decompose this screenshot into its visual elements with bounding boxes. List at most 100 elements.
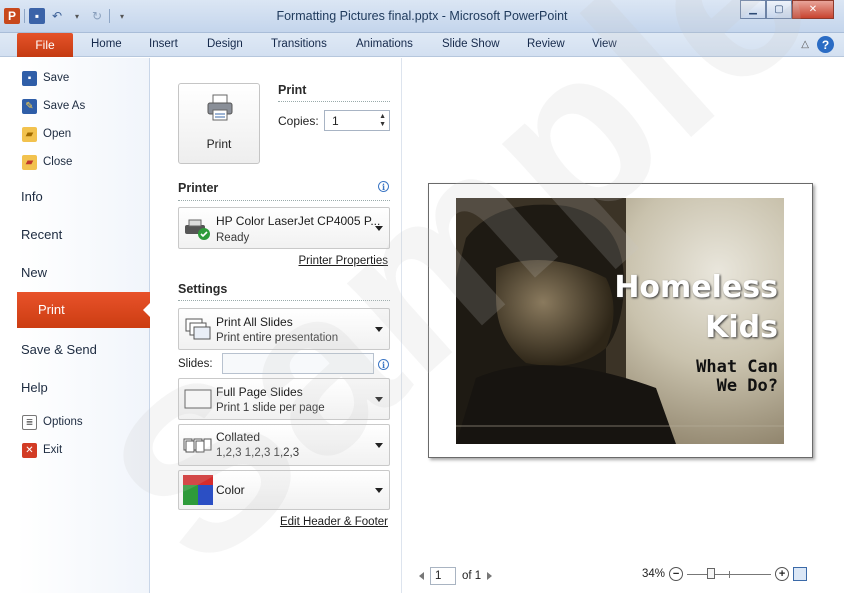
- window-controls: ▁ ▢ ✕: [740, 0, 834, 19]
- copies-stepper[interactable]: 1 ▲ ▼: [324, 110, 390, 131]
- next-page-icon[interactable]: [487, 572, 493, 580]
- window-title: Formatting Pictures final.pptx - Microso…: [276, 9, 568, 23]
- layout-dropdown[interactable]: Full Page Slides Print 1 slide per page: [178, 378, 390, 420]
- minimize-ribbon-icon[interactable]: △: [801, 39, 809, 50]
- chevron-down-icon: [375, 488, 383, 493]
- slides-input[interactable]: [222, 353, 374, 374]
- layout-title: Full Page Slides: [216, 385, 303, 399]
- zoom-control: 34% − +: [642, 567, 808, 581]
- settings-heading: Settings: [178, 282, 228, 296]
- spin-arrows-icon[interactable]: ▲ ▼: [379, 113, 386, 129]
- printer-icon: [207, 94, 233, 121]
- nav-close[interactable]: ▰ Close: [22, 152, 72, 172]
- slides-label: Slides:: [178, 358, 213, 370]
- slider-center-tick: [729, 571, 731, 578]
- nav-save-as-label: Save As: [43, 100, 86, 112]
- folder-open-icon: ▰: [22, 126, 37, 142]
- printer-properties-link[interactable]: Printer Properties: [278, 255, 388, 267]
- save-as-icon: ✎: [22, 98, 37, 114]
- slides-stack-icon: [185, 318, 211, 340]
- nav-options[interactable]: ≣ Options: [22, 412, 83, 432]
- printer-dropdown[interactable]: HP Color LaserJet CP4005 P... Ready: [178, 207, 390, 249]
- slide-subtitle-line-2: We Do?: [716, 376, 778, 396]
- print-button[interactable]: Print: [178, 83, 260, 164]
- info-icon[interactable]: i: [378, 181, 389, 192]
- nav-save-send[interactable]: Save & Send: [21, 342, 97, 357]
- tab-view[interactable]: View: [592, 38, 617, 50]
- layout-subtitle: Print 1 slide per page: [216, 402, 325, 414]
- tab-design[interactable]: Design: [207, 38, 243, 50]
- exit-icon: ✕: [22, 442, 37, 458]
- ribbon-tabs: File Home Insert Design Transitions Anim…: [0, 33, 844, 57]
- title-bar: P ▪ ↶ ▾ ↻ ▾ Formatting Pictures final.pp…: [0, 0, 844, 33]
- page-number-input[interactable]: 1: [430, 567, 456, 585]
- nav-print[interactable]: Print: [17, 292, 150, 328]
- nav-save-as[interactable]: ✎ Save As: [22, 96, 85, 116]
- collated-icon: [183, 438, 212, 453]
- divider: [278, 101, 390, 102]
- nav-exit[interactable]: ✕ Exit: [22, 440, 62, 460]
- zoom-to-page-icon[interactable]: [793, 567, 808, 581]
- zoom-in-icon[interactable]: +: [775, 567, 790, 581]
- copies-label: Copies:: [278, 114, 319, 128]
- tab-review[interactable]: Review: [527, 38, 565, 50]
- help-icon[interactable]: ?: [817, 36, 834, 53]
- chevron-down-icon: [375, 226, 383, 231]
- save-icon: ▪: [22, 70, 37, 86]
- slider-thumb[interactable]: [707, 568, 716, 579]
- slide-subtitle-line-1: What Can: [696, 357, 778, 377]
- nav-recent[interactable]: Recent: [21, 227, 62, 242]
- info-icon[interactable]: i: [378, 359, 389, 370]
- printer-ready-icon: [185, 219, 210, 240]
- nav-exit-label: Exit: [43, 444, 63, 456]
- tab-file[interactable]: File: [17, 33, 73, 57]
- maximize-button[interactable]: ▢: [766, 0, 792, 19]
- nav-new[interactable]: New: [21, 265, 47, 280]
- color-dropdown[interactable]: Color: [178, 470, 390, 510]
- full-page-slide-icon: [184, 389, 212, 409]
- collate-title: Collated: [216, 430, 261, 444]
- color-swatch-icon: [183, 475, 213, 505]
- zoom-out-icon[interactable]: −: [669, 567, 684, 581]
- printer-heading: Printer: [178, 181, 219, 195]
- page-total: of 1: [462, 570, 482, 582]
- print-button-label: Print: [206, 137, 232, 151]
- help-area: △ ?: [801, 36, 834, 53]
- tab-slide-show[interactable]: Slide Show: [442, 38, 500, 50]
- printer-status: Ready: [216, 232, 250, 244]
- tab-insert[interactable]: Insert: [149, 38, 178, 50]
- nav-close-label: Close: [43, 156, 73, 168]
- tab-home[interactable]: Home: [91, 38, 122, 50]
- minimize-button[interactable]: ▁: [740, 0, 766, 19]
- nav-options-label: Options: [43, 416, 83, 428]
- previous-page-icon[interactable]: [419, 572, 424, 580]
- close-window-button[interactable]: ✕: [792, 0, 834, 19]
- edit-header-footer-link[interactable]: Edit Header & Footer: [260, 516, 388, 528]
- zoom-slider[interactable]: [687, 567, 772, 581]
- tab-transitions[interactable]: Transitions: [271, 38, 327, 50]
- print-heading: Print: [278, 83, 307, 97]
- print-range-dropdown[interactable]: Print All Slides Print entire presentati…: [178, 308, 390, 350]
- nav-info[interactable]: Info: [21, 189, 43, 204]
- chevron-down-icon: [375, 443, 383, 448]
- nav-open[interactable]: ▰ Open: [22, 124, 71, 144]
- slide-title-line-1: Homeless: [614, 270, 778, 305]
- collate-dropdown[interactable]: Collated 1,2,3 1,2,3 1,2,3: [178, 424, 390, 466]
- nav-left-margin: [0, 58, 17, 593]
- folder-close-icon: ▰: [22, 154, 37, 170]
- print-range-title: Print All Slides: [216, 315, 293, 329]
- slide-preview: Homeless Kids What Can We Do?: [456, 198, 784, 444]
- nav-open-label: Open: [43, 128, 72, 140]
- options-icon: ≣: [22, 414, 37, 430]
- chevron-down-icon: [375, 397, 383, 402]
- printer-name: HP Color LaserJet CP4005 P...: [216, 214, 381, 228]
- divider: [178, 300, 390, 301]
- nav-save[interactable]: ▪ Save: [22, 68, 69, 88]
- copies-value: 1: [332, 114, 339, 128]
- nav-help[interactable]: Help: [21, 380, 48, 395]
- zoom-level[interactable]: 34%: [642, 568, 665, 580]
- tab-animations[interactable]: Animations: [356, 38, 413, 50]
- nav-save-label: Save: [43, 72, 70, 84]
- slide-title-line-2: Kids: [705, 310, 778, 345]
- print-range-subtitle: Print entire presentation: [216, 332, 339, 344]
